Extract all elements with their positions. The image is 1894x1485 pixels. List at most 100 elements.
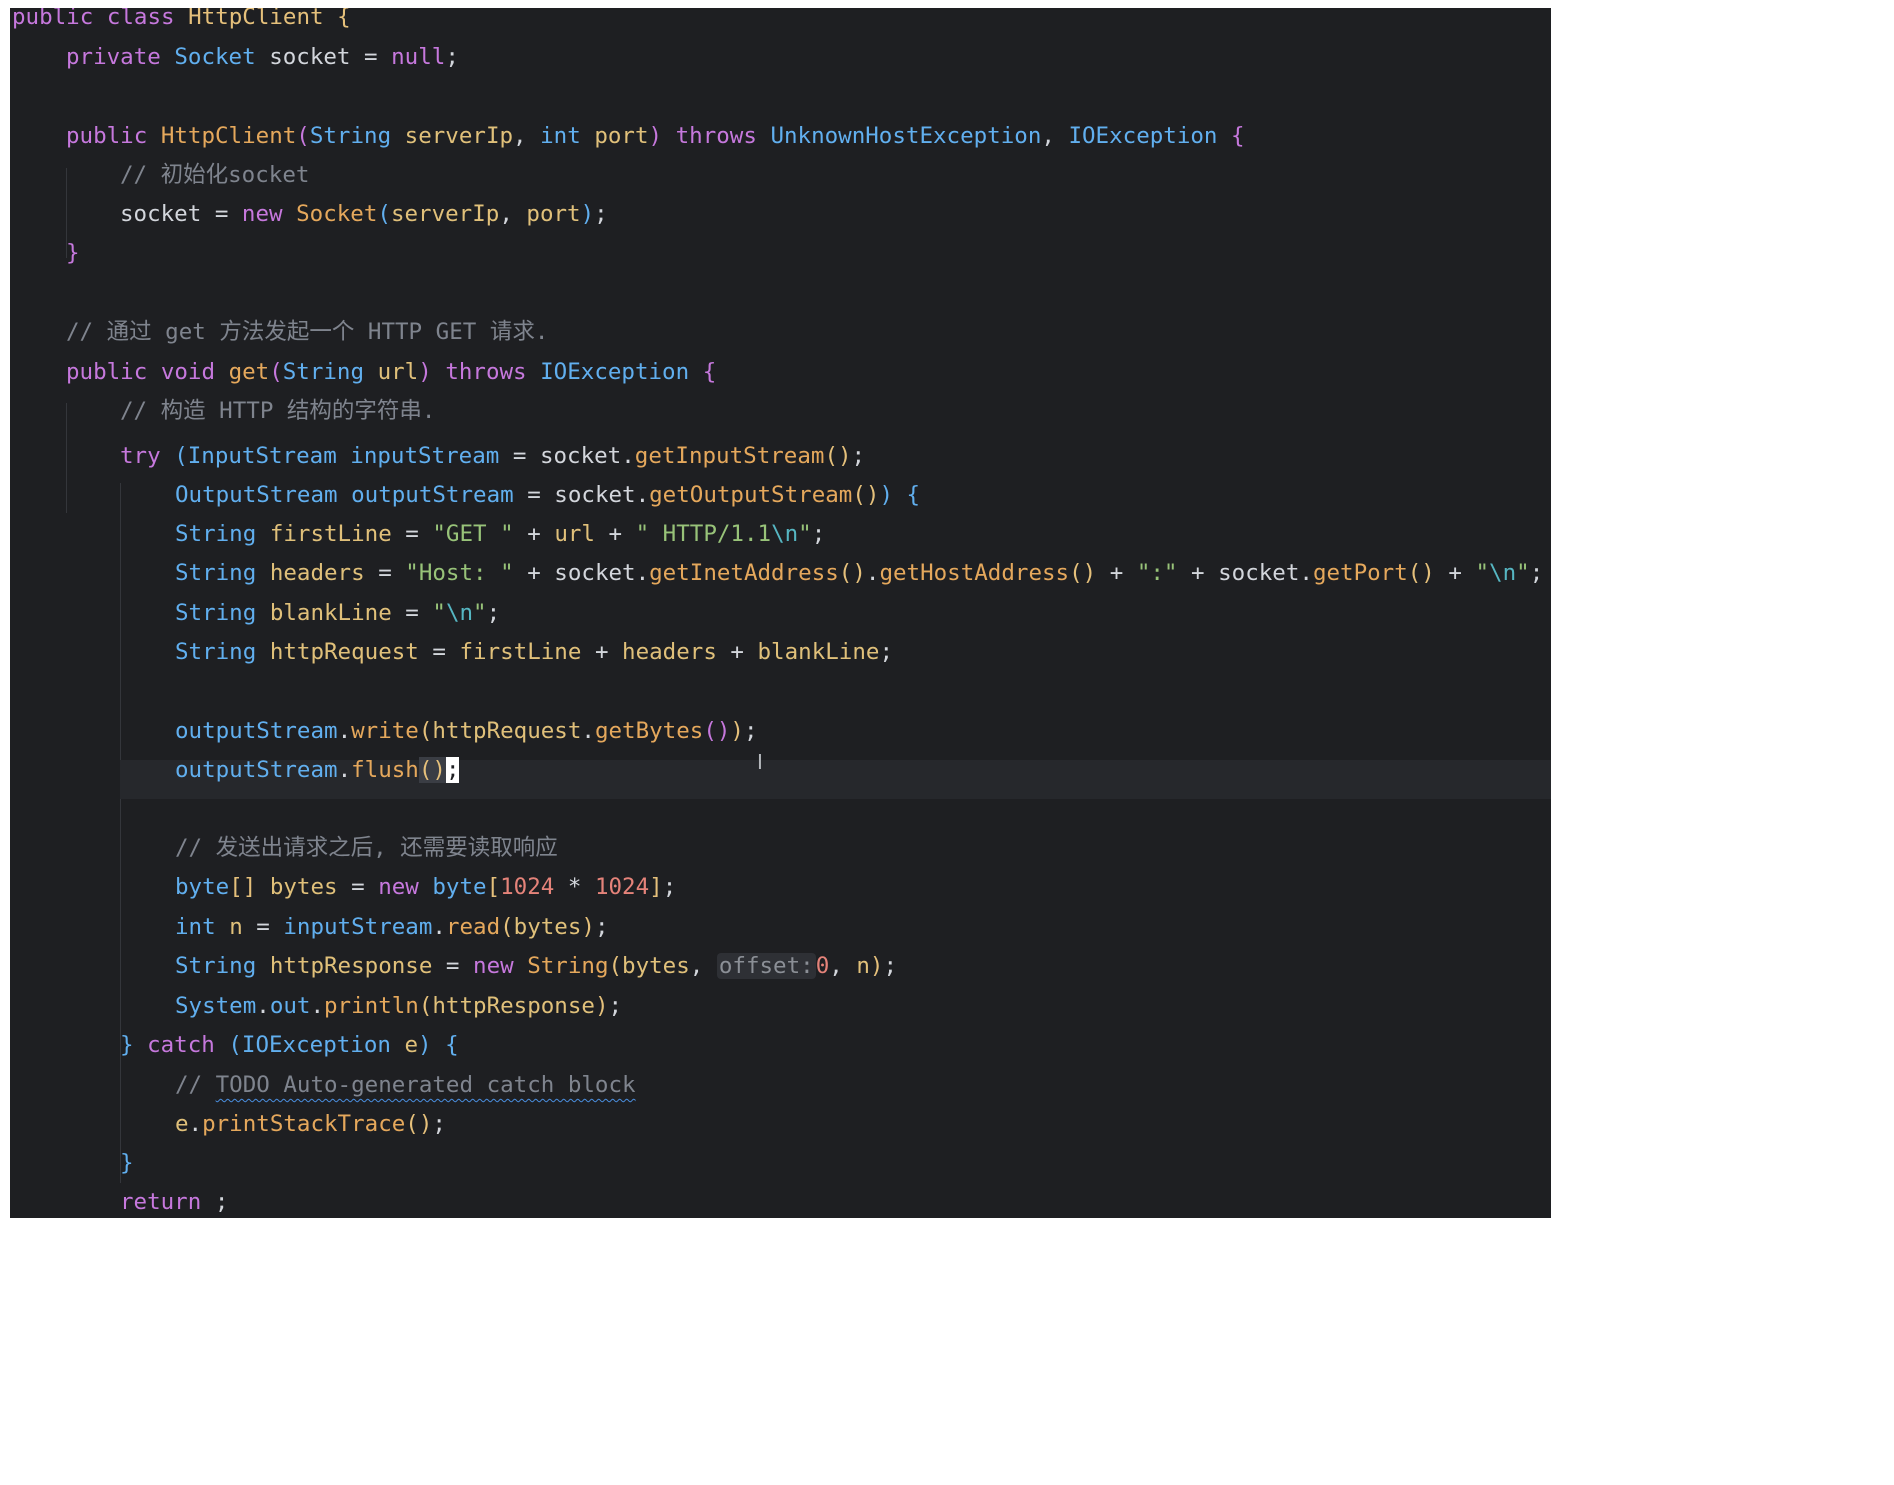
code-token: = socket. (499, 443, 635, 469)
code-token: \n (771, 521, 799, 547)
code-token: , (829, 953, 857, 979)
code-line[interactable]: } catch (IOException e) { (10, 1032, 1551, 1071)
code-token: firstLine (269, 521, 392, 547)
code-line[interactable]: outputStream.write(httpRequest.getBytes(… (10, 718, 1551, 757)
code-line[interactable]: public class HttpClient { (10, 8, 1551, 43)
code-token: port (594, 123, 649, 149)
code-line[interactable] (10, 678, 1551, 717)
code-token: UnknownHostException (770, 123, 1042, 149)
code-line-text: try (InputStream inputStream = socket.ge… (120, 443, 865, 469)
code-line[interactable]: // TODO Auto-generated catch block (10, 1072, 1551, 1111)
code-line[interactable]: public HttpClient(String serverIp, int p… (10, 123, 1551, 162)
code-token: ; (662, 874, 677, 900)
code-token: 1024 (500, 874, 555, 900)
code-token: headers (269, 560, 365, 586)
code-line-text: socket = new Socket(serverIp, port); (120, 201, 608, 227)
code-token: = socket. (513, 482, 650, 508)
code-line-text: e.printStackTrace(); (175, 1111, 446, 1137)
code-line[interactable]: } (10, 240, 1551, 279)
code-token: ; (486, 600, 501, 626)
code-token: get (228, 359, 270, 385)
code-line-text: // 构造 HTTP 结构的字符串. (120, 398, 435, 424)
code-token: HttpClient (160, 123, 297, 149)
code-line[interactable]: } (10, 1150, 1551, 1189)
code-token: . (337, 757, 352, 783)
code-token: getInputStream (634, 443, 825, 469)
code-token: () (703, 718, 731, 744)
code-token: () (824, 443, 852, 469)
code-line-text: int n = inputStream.read(bytes); (175, 914, 609, 940)
code-token: String (175, 560, 257, 586)
code-token: byte (175, 874, 230, 900)
code-line-text: outputStream.flush(); (175, 757, 460, 783)
code-token: throws (675, 123, 757, 149)
code-token: . (310, 993, 325, 1019)
code-token: try (120, 443, 161, 469)
code-token: e (404, 1032, 419, 1058)
code-line[interactable]: try (InputStream inputStream = socket.ge… (10, 443, 1551, 482)
code-line[interactable] (10, 280, 1551, 319)
code-token: ) (581, 914, 595, 940)
code-line-text: // 初始化socket (120, 162, 309, 188)
code-token: new (473, 953, 514, 979)
code-line[interactable]: System.out.println(httpResponse); (10, 993, 1551, 1032)
code-token: write (351, 718, 419, 744)
code-line[interactable] (10, 796, 1551, 835)
code-token: () (1069, 560, 1097, 586)
code-token: ) (594, 993, 609, 1019)
code-line[interactable]: // 通过 get 方法发起一个 HTTP GET 请求. (10, 319, 1551, 358)
code-token: // 通过 get 方法发起一个 HTTP GET 请求. (66, 319, 549, 345)
code-token: outputStream (351, 482, 514, 508)
code-line[interactable]: String firstLine = "GET " + url + " HTTP… (10, 521, 1551, 560)
code-line[interactable]: // 构造 HTTP 结构的字符串. (10, 398, 1551, 437)
code-token: void (160, 359, 216, 385)
code-token: // 发送出请求之后, 还需要读取响应 (175, 835, 558, 861)
code-line-text: public void get(String url) throws IOExc… (66, 359, 716, 385)
code-editor[interactable]: public class HttpClient {private Socket … (10, 8, 1551, 1218)
code-line[interactable]: public void get(String url) throws IOExc… (10, 359, 1551, 398)
code-line[interactable]: String httpRequest = firstLine + headers… (10, 639, 1551, 678)
code-line[interactable]: // 发送出请求之后, 还需要读取响应 (10, 835, 1551, 874)
code-line[interactable]: byte[] bytes = new byte[1024 * 1024]; (10, 874, 1551, 913)
code-token: catch (147, 1032, 215, 1058)
code-token: \n (1489, 560, 1517, 586)
code-token: int (540, 123, 581, 149)
code-line[interactable]: String headers = "Host: " + socket.getIn… (10, 560, 1551, 599)
code-line-text: public HttpClient(String serverIp, int p… (66, 123, 1245, 149)
code-line[interactable]: private Socket socket = null; (10, 44, 1551, 83)
code-token: } (120, 1032, 134, 1058)
code-token: ; (851, 443, 866, 469)
code-token: . (865, 560, 880, 586)
code-line[interactable]: OutputStream outputStream = socket.getOu… (10, 482, 1551, 521)
code-line[interactable]: return ; (10, 1189, 1551, 1218)
code-token: { (445, 1032, 459, 1058)
code-line[interactable]: socket = new Socket(serverIp, port); (10, 201, 1551, 240)
code-token: HttpClient (188, 8, 324, 30)
code-token: // (175, 1072, 216, 1098)
code-line[interactable]: e.printStackTrace(); (10, 1111, 1551, 1150)
code-token: e (175, 1111, 189, 1137)
code-token: printStackTrace (202, 1111, 406, 1137)
code-line[interactable] (10, 83, 1551, 122)
code-token: throws (445, 359, 527, 385)
code-token: String (175, 600, 257, 626)
code-line[interactable]: // 初始化socket (10, 162, 1551, 201)
code-line[interactable]: int n = inputStream.read(bytes); (10, 914, 1551, 953)
code-token: null (391, 44, 446, 70)
code-line[interactable]: String httpResponse = new String(bytes, … (10, 953, 1551, 992)
code-line[interactable]: String blankLine = "\n"; (10, 600, 1551, 639)
code-line[interactable]: outputStream.flush(); (10, 757, 1551, 796)
code-token: byte (432, 874, 487, 900)
code-token: } (66, 240, 80, 266)
